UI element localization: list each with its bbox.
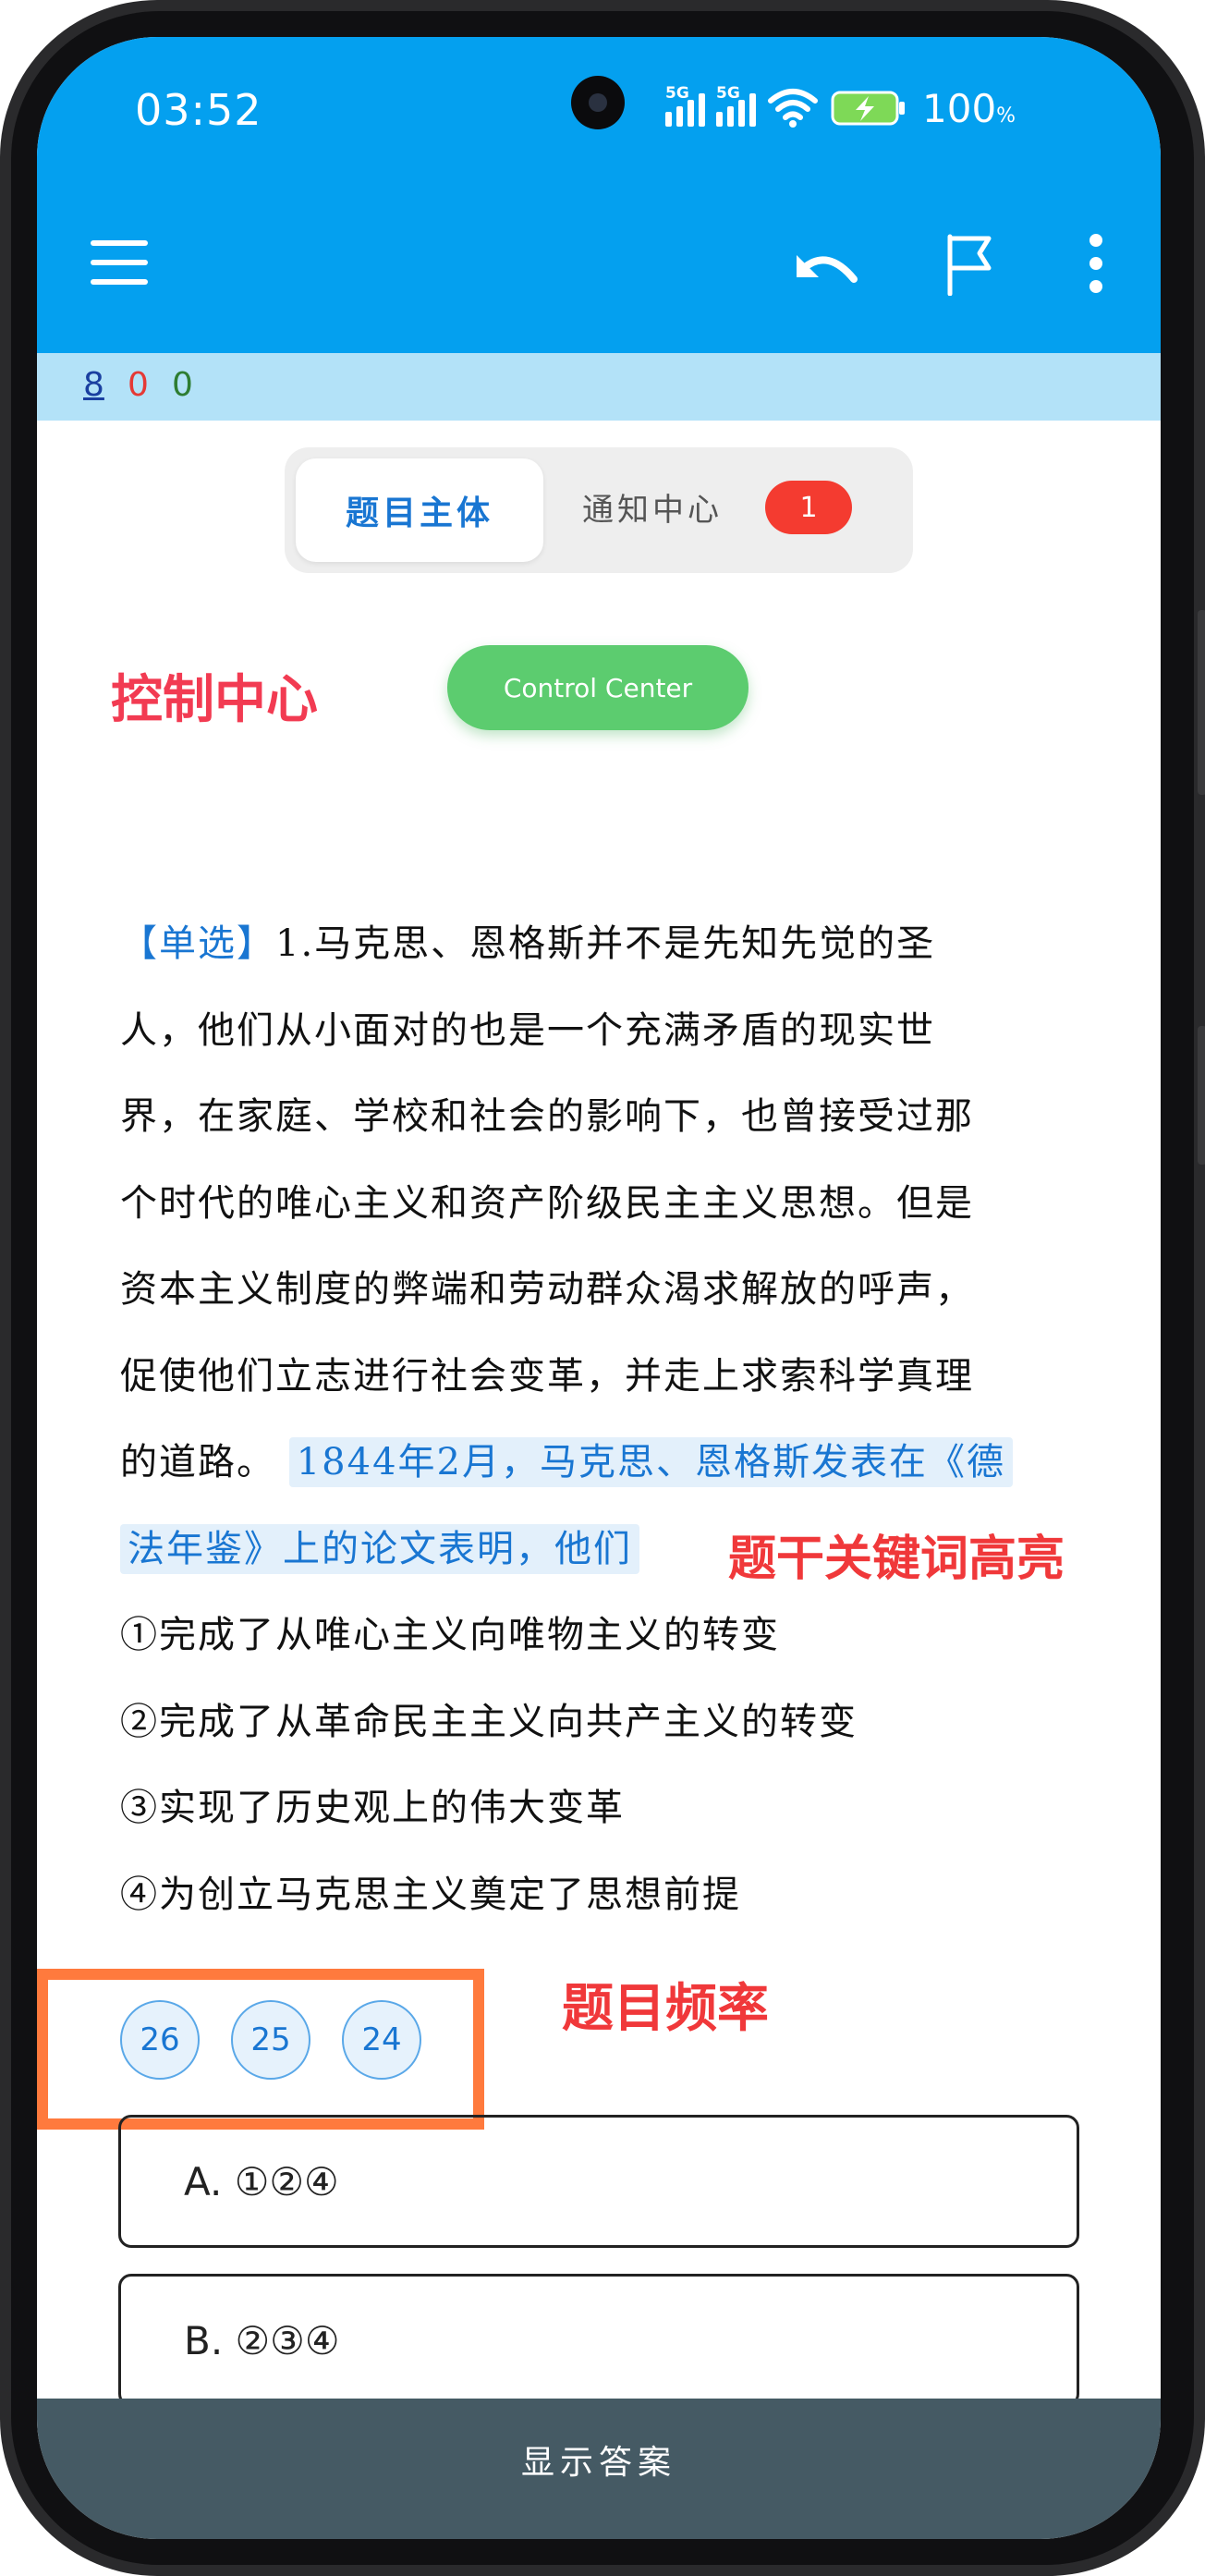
- question-line: 个时代的唯心主义和资产阶级民主主义思想。但是: [120, 1181, 974, 1225]
- tab-question-body[interactable]: 题目主体: [296, 458, 543, 562]
- frequency-chip[interactable]: 26: [120, 2000, 200, 2080]
- statement-2: ②完成了从革命民主主义向共产主义的转变: [120, 1700, 858, 1743]
- camera-cutout: [571, 76, 625, 129]
- show-answer-button[interactable]: 显示答案: [37, 2399, 1161, 2539]
- flag-icon[interactable]: [943, 231, 998, 296]
- question-type: 【单选】: [120, 922, 275, 965]
- status-icons: 5G 5G 100%: [665, 84, 1016, 131]
- question-line: 资本主义制度的弊端和劳动群众渴求解放的呼声，: [120, 1268, 974, 1311]
- question-line: 1.马克思、恩格斯并不是先知先觉的圣: [275, 922, 936, 965]
- phone-screen: 03:52 5G 5G 100% 8 0 0 题目主体 通知中心 1 控制中心 …: [37, 37, 1161, 2539]
- question-line: 界，在家庭、学校和社会的影响下，也曾接受过那: [120, 1095, 974, 1138]
- control-center-button[interactable]: Control Center: [447, 645, 749, 730]
- question-line: 人，他们从小面对的也是一个充满矛盾的现实世: [120, 1008, 935, 1052]
- score-second: 0: [128, 366, 149, 404]
- option-a[interactable]: A. ①②④: [118, 2115, 1079, 2248]
- frequency-chip[interactable]: 24: [342, 2000, 421, 2080]
- network-label-1: 5G: [665, 84, 689, 103]
- segmented-tabs: 题目主体 通知中心 1: [285, 447, 913, 573]
- app-header: 03:52 5G 5G 100%: [37, 37, 1161, 353]
- undo-icon[interactable]: [793, 244, 863, 288]
- score-first[interactable]: 8: [83, 366, 104, 404]
- menu-icon[interactable]: [91, 240, 150, 285]
- power-button: [1198, 1026, 1205, 1165]
- statement-1: ①完成了从唯心主义向唯物主义的转变: [120, 1614, 780, 1656]
- more-vertical-icon[interactable]: [1087, 231, 1105, 296]
- signal-icon-2: 5G: [716, 84, 756, 127]
- question-line: 促使他们立志进行社会变革，并走上求索科学真理: [120, 1354, 974, 1398]
- option-b[interactable]: B. ②③④: [118, 2274, 1079, 2407]
- signal-icon-1: 5G: [665, 84, 705, 127]
- wifi-icon: [768, 89, 818, 128]
- frequency-chip[interactable]: 25: [231, 2000, 310, 2080]
- annotation-keyword-highlight: 题干关键词高亮: [728, 1531, 1065, 1587]
- score-third: 0: [172, 366, 193, 404]
- battery-icon: [831, 91, 905, 126]
- battery-level: 100%: [922, 85, 1016, 131]
- keyword-highlight: 1844年2月，马克思、恩格斯发表在《德: [288, 1437, 1013, 1487]
- network-label-2: 5G: [716, 84, 740, 103]
- volume-button: [1198, 610, 1205, 795]
- annotation-control-center: 控制中心: [111, 669, 318, 730]
- statement-3: ③实现了历史观上的伟大变革: [120, 1787, 625, 1829]
- score-strip: 8 0 0: [37, 353, 1161, 421]
- notification-badge: 1: [765, 481, 852, 534]
- statement-4: ④为创立马克思主义奠定了思想前提: [120, 1873, 741, 1916]
- annotation-frequency: 题目频率: [562, 1978, 769, 2039]
- question-stem: 【单选】1.马克思、恩格斯并不是先知先觉的圣 人，他们从小面对的也是一个充满矛盾…: [120, 901, 1100, 1938]
- status-time: 03:52: [135, 85, 262, 135]
- question-line: 的道路。: [120, 1441, 275, 1483]
- keyword-highlight: 法年鉴》上的论文表明，他们: [120, 1523, 639, 1574]
- tab-notification-center[interactable]: 通知中心: [582, 484, 723, 530]
